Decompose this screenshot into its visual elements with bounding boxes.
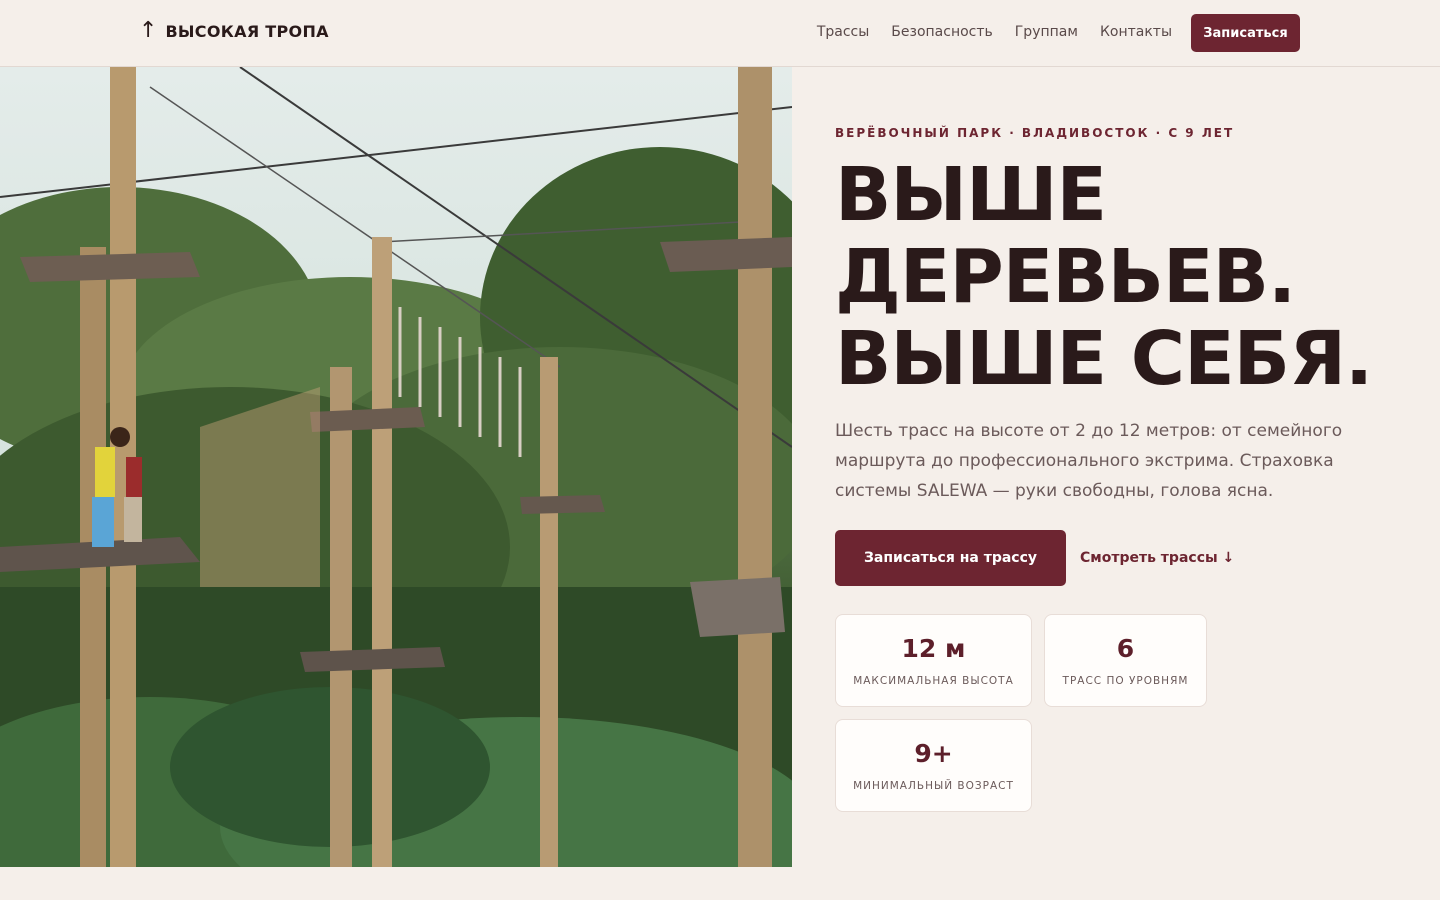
stat-label: МИНИМАЛЬНЫЙ ВОЗРАСТ	[853, 780, 1014, 792]
cta-row: Записаться на трассу Смотреть трассы ↓	[835, 530, 1395, 586]
main-nav: Трассы Безопасность Группам Контакты	[817, 24, 1172, 40]
stat-value: 9+	[914, 739, 953, 768]
view-routes-link[interactable]: Смотреть трассы ↓	[1080, 550, 1234, 566]
stat-value: 12 м	[901, 634, 966, 663]
signup-button[interactable]: Записаться	[1191, 14, 1300, 52]
stat-card-min-age: 9+ МИНИМАЛЬНЫЙ ВОЗРАСТ	[835, 719, 1032, 812]
nav-link-groups[interactable]: Группам	[1015, 24, 1078, 40]
hero-eyebrow: ВЕРЁВОЧНЫЙ ПАРК · ВЛАДИВОСТОК · С 9 ЛЕТ	[835, 126, 1235, 140]
headline-line-1: ВЫШЕ	[835, 152, 1107, 238]
nav-link-safety[interactable]: Безопасность	[891, 24, 992, 40]
stats-grid: 12 м МАКСИМАЛЬНАЯ ВЫСОТА 6 ТРАСС ПО УРОВ…	[835, 614, 1395, 812]
arrow-up-icon: ↑	[139, 18, 158, 43]
stat-label: МАКСИМАЛЬНАЯ ВЫСОТА	[853, 675, 1014, 687]
signup-route-button[interactable]: Записаться на трассу	[835, 530, 1066, 586]
hero-photo	[0, 67, 792, 867]
stat-card-max-height: 12 м МАКСИМАЛЬНАЯ ВЫСОТА	[835, 614, 1032, 707]
rope-park-illustration	[0, 67, 792, 867]
stat-card-routes: 6 ТРАСС ПО УРОВНЯМ	[1044, 614, 1207, 707]
hero-content: ВЕРЁВОЧНЫЙ ПАРК · ВЛАДИВОСТОК · С 9 ЛЕТ …	[835, 126, 1395, 812]
hero-headline: ВЫШЕ ДЕРЕВЬЕВ. ВЫШЕ СЕБЯ.	[835, 154, 1395, 400]
nav-link-contacts[interactable]: Контакты	[1100, 24, 1172, 40]
hero-lead: Шесть трасс на высоте от 2 до 12 метров:…	[835, 421, 1343, 501]
logo-text: ВЫСОКАЯ ТРОПА	[165, 21, 329, 41]
site-header: ↑ ВЫСОКАЯ ТРОПА Трассы Безопасность Груп…	[0, 0, 1440, 67]
stat-label: ТРАСС ПО УРОВНЯМ	[1062, 675, 1189, 687]
nav-link-routes[interactable]: Трассы	[817, 24, 869, 40]
logo[interactable]: ↑ ВЫСОКАЯ ТРОПА	[139, 20, 329, 42]
headline-line-3: ВЫШЕ СЕБЯ.	[835, 316, 1373, 402]
headline-line-2: ДЕРЕВЬЕВ.	[835, 234, 1296, 320]
stat-value: 6	[1116, 634, 1135, 663]
